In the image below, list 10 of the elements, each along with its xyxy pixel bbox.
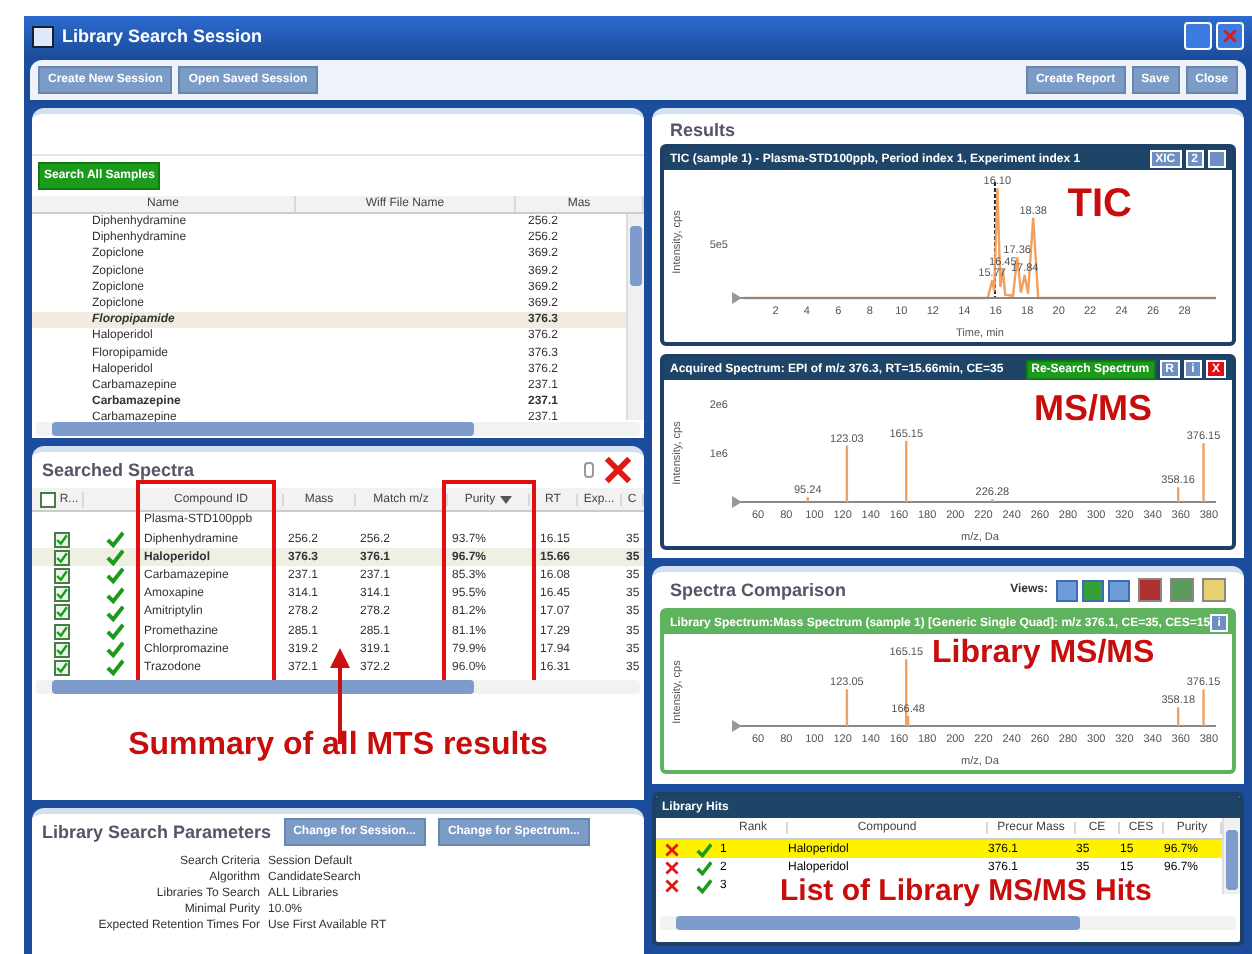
annotation: TIC — [1067, 182, 1132, 228]
annotation: List of Library MS/MS Hits — [780, 874, 1152, 908]
annotation: Summary of all MTS results — [128, 727, 548, 763]
panel-title: Spectra Comparison — [670, 580, 847, 600]
panel-title: Library Search Parameters — [42, 822, 272, 842]
annotation: MS/MS — [1033, 388, 1152, 430]
panel-title: Searched Spectra — [42, 460, 195, 480]
annotation: Library MS/MS — [932, 636, 1155, 672]
panel-title: Results — [670, 119, 736, 139]
window-title: Library Search Session — [62, 26, 265, 46]
